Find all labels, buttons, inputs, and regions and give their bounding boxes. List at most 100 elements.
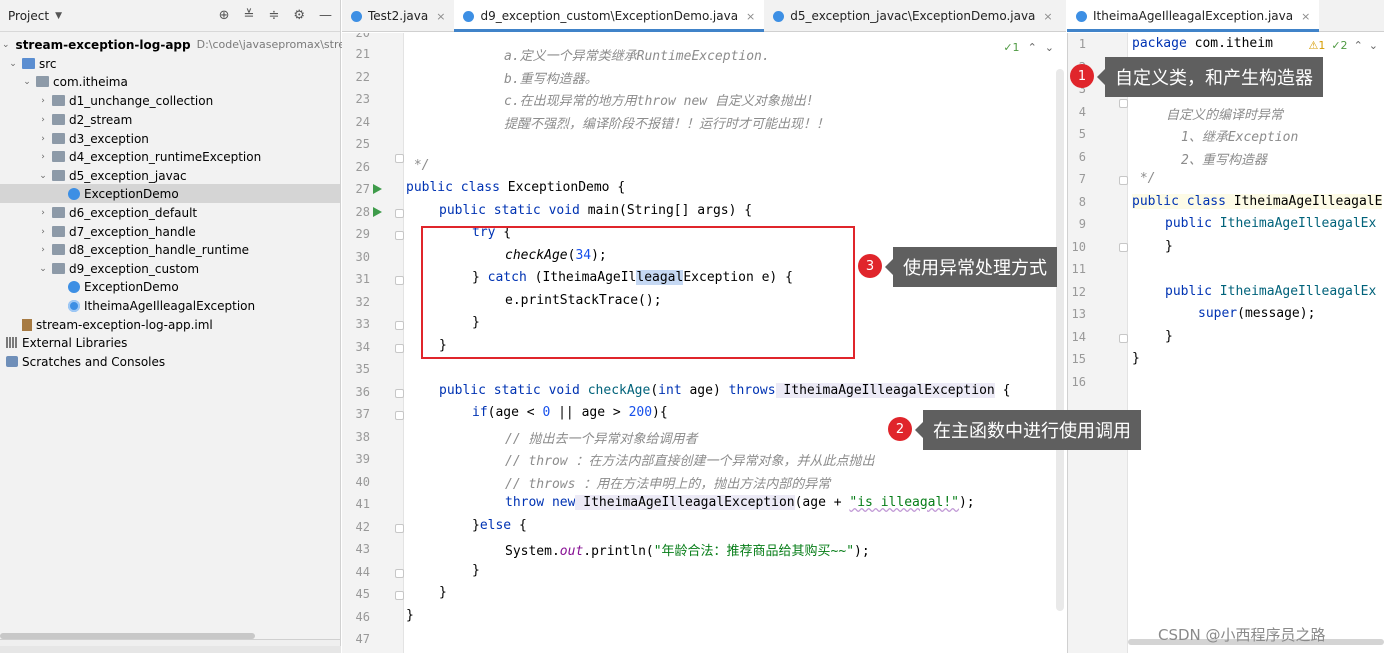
tree-node-label: ItheimaAgeIlleagalException [84, 298, 256, 313]
chevron-down-icon[interactable]: ⌄ [1045, 41, 1054, 54]
exception-class-icon [68, 299, 80, 312]
tree-node-package[interactable]: › d7_exception_handle [0, 222, 340, 241]
tab-d9-exception-demo[interactable]: d9_exception_custom\ExceptionDemo.java × [454, 0, 765, 32]
tree-node-package[interactable]: ⌄ com.itheima [0, 72, 340, 91]
fold-marker-icon[interactable] [1119, 243, 1128, 252]
inspection-count: ✓1 [1003, 41, 1020, 54]
chevron-right-icon[interactable]: › [36, 152, 50, 162]
fold-marker-icon[interactable] [395, 411, 404, 420]
tree-node-package[interactable]: ⌄ d5_exception_javac [0, 166, 340, 185]
chevron-down-icon[interactable]: ⌄ [1369, 39, 1378, 52]
tree-node-package[interactable]: ⌄ d9_exception_custom [0, 259, 340, 278]
chevron-right-icon[interactable]: › [36, 208, 50, 218]
code-line-44: } [472, 563, 480, 578]
chevron-right-icon[interactable]: › [36, 134, 50, 144]
vertical-scrollbar[interactable] [1056, 69, 1064, 611]
code-line-22: b.重写构造器。 [504, 72, 598, 87]
line-number: 22 [355, 70, 370, 84]
chevron-up-icon[interactable]: ⌃ [1028, 41, 1037, 54]
tree-node-class[interactable]: ItheimaAgeIlleagalException [0, 296, 340, 315]
fold-marker-icon[interactable] [395, 209, 404, 218]
package-icon [52, 207, 65, 218]
chevron-right-icon[interactable]: › [36, 96, 50, 106]
tree-node-libraries[interactable]: External Libraries [0, 333, 340, 352]
code-line-21: a.定义一个异常类继承RuntimeException. [504, 49, 770, 64]
chevron-right-icon[interactable]: › [36, 245, 50, 255]
close-icon[interactable]: × [746, 10, 755, 23]
close-icon[interactable]: × [436, 10, 445, 23]
tree-node-package[interactable]: › d8_exception_handle_runtime [0, 240, 340, 259]
fold-marker-icon[interactable] [395, 154, 404, 163]
tree-node-package[interactable]: › d1_unchange_collection [0, 91, 340, 110]
code-line-42: }else { [472, 518, 527, 533]
tree-node-label: d3_exception [69, 131, 149, 146]
run-class-icon[interactable] [373, 184, 382, 194]
tree-node-src[interactable]: ⌄ src [0, 54, 340, 73]
fold-marker-icon[interactable] [1119, 334, 1128, 343]
tree-node-scratches[interactable]: Scratches and Consoles [0, 352, 340, 371]
inspection-widget[interactable]: ⚠1 ✓2 ⌃ ⌄ [1308, 39, 1378, 52]
status-strip [0, 646, 341, 653]
line-number: 36 [355, 385, 370, 399]
tab-itheima-exception[interactable]: ItheimaAgeIlleagalException.java × [1067, 0, 1320, 32]
tree-node-package[interactable]: › d6_exception_default [0, 203, 340, 222]
chevron-down-icon[interactable]: ⌄ [6, 59, 20, 69]
close-icon[interactable]: × [1301, 10, 1310, 23]
fold-marker-icon[interactable] [395, 231, 404, 240]
chevron-down-icon[interactable]: ⌄ [36, 171, 50, 181]
tree-node-label: d4_exception_runtimeException [69, 149, 262, 164]
chevron-down-icon[interactable]: ⌄ [36, 264, 50, 274]
inspection-widget[interactable]: ✓1 ⌃ ⌄ [1003, 41, 1054, 54]
line-number: 10 [1071, 240, 1086, 254]
fold-marker-icon[interactable] [1119, 99, 1128, 108]
module-path: D:\code\javasepromax\stream [196, 38, 363, 51]
fold-marker-icon[interactable] [395, 591, 404, 600]
chevron-right-icon[interactable]: › [36, 227, 50, 237]
minimize-icon[interactable]: — [319, 8, 332, 23]
tree-node-package[interactable]: › d2_stream [0, 110, 340, 129]
code-editor-right[interactable]: 1 2 3 4 5 6 7 8 9 10 11 12 13 14 15 16 ⚠… [1067, 33, 1384, 653]
chevron-down-icon[interactable]: ▼ [55, 11, 62, 21]
expand-all-icon[interactable]: ≚ [244, 8, 255, 23]
tree-node-package[interactable]: › d3_exception [0, 129, 340, 148]
crosshair-icon[interactable]: ⊕ [219, 8, 230, 23]
right-code-line-7: */ [1132, 171, 1156, 186]
package-icon [52, 114, 65, 125]
fold-marker-icon[interactable] [395, 389, 404, 398]
line-number: 35 [355, 362, 370, 376]
package-icon [52, 263, 65, 274]
tree-node-iml[interactable]: stream-exception-log-app.iml [0, 315, 340, 334]
chevron-right-icon[interactable]: › [36, 115, 50, 125]
chevron-down-icon[interactable]: ⌄ [2, 40, 10, 50]
tree-node-label: d9_exception_custom [69, 261, 200, 276]
tree-node-module[interactable]: ⌄ stream-exception-log-app D:\code\javas… [0, 35, 363, 54]
fold-marker-icon[interactable] [1119, 176, 1128, 185]
project-view-selector[interactable]: Project [8, 9, 49, 23]
fold-marker-icon[interactable] [395, 524, 404, 533]
line-number: 21 [355, 47, 370, 61]
tree-node-class[interactable]: ExceptionDemo [0, 277, 340, 296]
tab-d5-exception-demo[interactable]: d5_exception_javac\ExceptionDemo.java × [764, 0, 1061, 32]
line-number: 39 [355, 452, 370, 466]
scratches-icon [6, 356, 18, 367]
code-line-43: System.out.println("年龄合法：推荐商品给其购买~~"); [505, 544, 870, 559]
right-code-line-15: } [1132, 351, 1140, 366]
fold-marker-icon[interactable] [395, 344, 404, 353]
callout-number-2: 2 [888, 417, 912, 441]
run-main-icon[interactable] [373, 207, 382, 217]
tree-node-package[interactable]: › d4_exception_runtimeException [0, 147, 340, 166]
fold-marker-icon[interactable] [395, 569, 404, 578]
close-icon[interactable]: × [1043, 10, 1052, 23]
collapse-all-icon[interactable]: ≑ [268, 8, 279, 23]
fold-marker-icon[interactable] [395, 276, 404, 285]
gear-icon[interactable]: ⚙ [293, 8, 305, 23]
code-line-23: c.在出现异常的地方用throw new 自定义对象抛出! [504, 94, 814, 109]
line-number: 23 [355, 92, 370, 106]
tree-node-class-selected[interactable]: ExceptionDemo [0, 184, 340, 203]
fold-marker-icon[interactable] [395, 321, 404, 330]
tree-node-label: com.itheima [53, 74, 128, 89]
chevron-up-icon[interactable]: ⌃ [1354, 39, 1363, 52]
tab-test2[interactable]: Test2.java × [342, 0, 454, 32]
chevron-down-icon[interactable]: ⌄ [20, 77, 34, 87]
right-code-line-6: 2、重写构造器 [1181, 153, 1267, 168]
